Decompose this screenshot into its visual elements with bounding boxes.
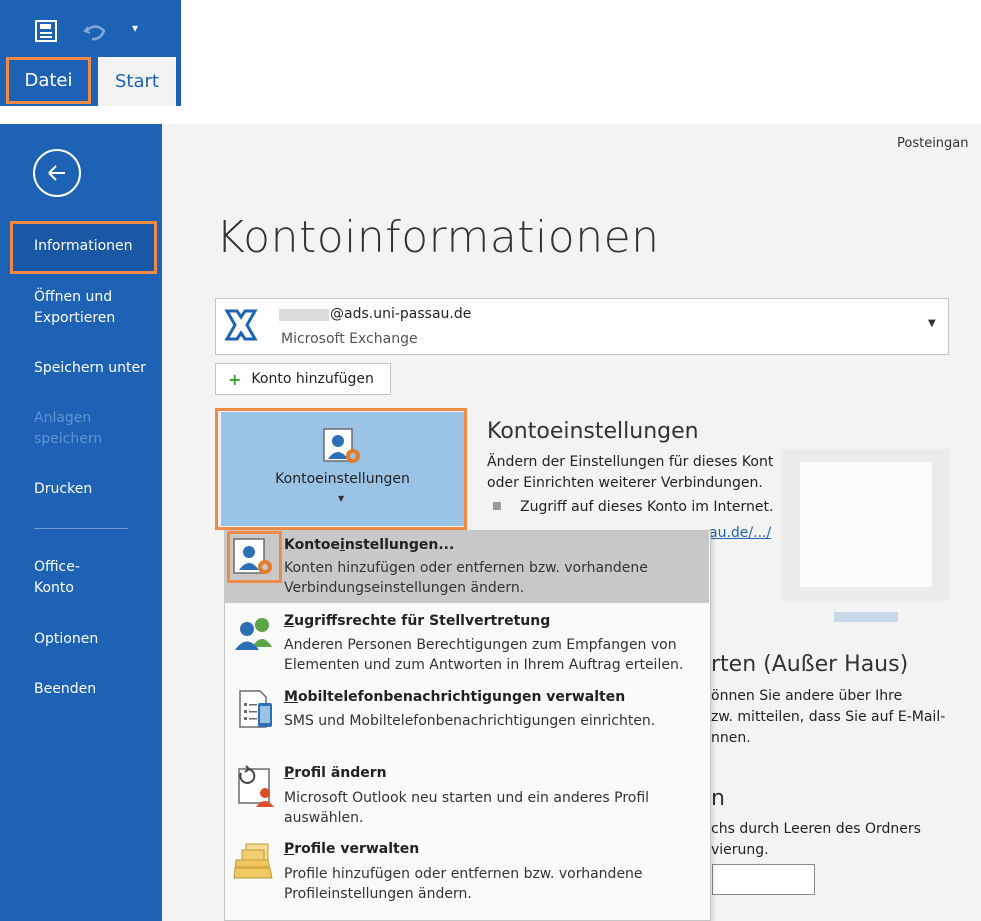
menu-item-desc-line2: Verbindungseinstellungen ändern. — [284, 580, 525, 596]
chevron-down-icon: ▼ — [338, 494, 345, 503]
account-settings-desc2: oder Einrichten weiterer Verbindungen. — [487, 475, 763, 491]
nav-open-export[interactable]: Öffnen und Exportieren — [34, 287, 115, 329]
account-email: @ads.uni-passau.de — [330, 306, 472, 322]
menu-item-delegate-access[interactable]: Zugriffsrechte für Stellvertretung — [284, 613, 550, 629]
menu-item-account-settings[interactable]: Kontoeinstellungen... — [284, 537, 454, 553]
plus-icon: + — [228, 369, 242, 389]
menu-item-desc-line2: Elementen und zum Antworten in Ihrem Auf… — [284, 657, 684, 673]
web-access-text: Zugriff auf dieses Konto im Internet. — [520, 499, 774, 515]
menu-item-desc-line1: Microsoft Outlook neu starten und ein an… — [284, 790, 650, 806]
nav-options[interactable]: Optionen — [34, 629, 98, 650]
menu-item-title-pre: Kontoe — [284, 537, 340, 553]
menu-item-title-post: rofil ändern — [294, 765, 387, 781]
menu-item-accel: Z — [284, 613, 295, 629]
add-account-button[interactable]: + Konto hinzufügen — [215, 363, 391, 395]
nav-save-attachments: Anlagen speichern — [34, 408, 102, 450]
nav-open-export-line2: Exportieren — [34, 310, 116, 326]
nav-exit[interactable]: Beenden — [34, 679, 96, 700]
menu-item-desc: Microsoft Outlook neu starten und ein an… — [284, 788, 704, 828]
menu-item-desc-line1: Konten hinzufügen oder entfernen bzw. vo… — [284, 560, 648, 576]
menu-icon-highlight — [227, 531, 282, 583]
account-settings-desc1: Ändern der Einstellungen für dieses Kont — [487, 454, 774, 470]
redacted-username — [279, 309, 329, 321]
manage-profiles-icon — [232, 842, 276, 886]
save-icon[interactable] — [34, 18, 60, 48]
nav-open-export-line1: Öffnen und — [34, 289, 113, 305]
nav-office-account[interactable]: Office- Konto — [34, 557, 80, 599]
account-settings-label: Kontoeinstellungen — [275, 471, 410, 487]
menu-item-desc: Konten hinzufügen oder entfernen bzw. vo… — [284, 558, 704, 598]
tab-file[interactable]: Datei — [6, 57, 91, 104]
menu-item-accel: P — [284, 841, 295, 857]
menu-item-title-post: ugriffsrechte für Stellvertretung — [294, 613, 551, 629]
folder-label: Posteingan — [897, 136, 969, 151]
ooo-line2: zw. mitteilen, dass Sie auf E-Mail- — [711, 709, 946, 725]
cleanup-line2: vierung. — [711, 842, 769, 858]
back-arrow-icon[interactable] — [33, 149, 81, 197]
ooo-title: rten (Außer Haus) — [711, 652, 909, 677]
nav-save-attachments-line2: speichern — [34, 431, 103, 447]
menu-item-desc-line1: Profile hinzufügen oder entfernen bzw. v… — [284, 866, 643, 882]
nav-office-account-line2: Konto — [34, 580, 74, 596]
ooo-line3: nnen. — [711, 730, 751, 746]
nav-save-as[interactable]: Speichern unter — [34, 358, 146, 379]
menu-item-title-post: obiltelefonbenachrichtigungen verwalten — [297, 689, 626, 705]
cleanup-line1: chs durch Leeren des Ordners — [711, 821, 921, 837]
menu-item-desc: Profile hinzufügen oder entfernen bzw. v… — [284, 864, 704, 904]
page-title: Kontoinformationen — [216, 212, 660, 263]
menu-item-desc: Anderen Personen Berechtigungen zum Empf… — [284, 635, 704, 675]
menu-item-desc-line2: auswählen. — [284, 810, 364, 826]
delegate-access-icon — [232, 615, 276, 655]
web-access-link[interactable]: au.de/.../ — [709, 523, 771, 544]
menu-item-title-post: rofile verwalten — [294, 841, 420, 857]
menu-item-accel: M — [284, 689, 298, 705]
nav-office-account-line1: Office- — [34, 559, 80, 575]
menu-item-accel: P — [284, 765, 295, 781]
nav-print[interactable]: Drucken — [34, 479, 92, 500]
cleanup-input[interactable] — [712, 864, 815, 895]
menu-item-desc-line1: Anderen Personen Berechtigungen zum Empf… — [284, 637, 677, 653]
account-type: Microsoft Exchange — [281, 331, 418, 347]
menu-item-desc-line2: Profileinstellungen ändern. — [284, 886, 472, 902]
nav-save-attachments-line1: Anlagen — [34, 410, 92, 426]
cleanup-title: n — [711, 786, 725, 811]
menu-item-desc-line1: SMS und Mobiltelefonbenachrichtigungen e… — [284, 713, 656, 729]
nav-info[interactable]: Informationen — [34, 236, 133, 257]
change-profile-icon — [231, 765, 277, 813]
tab-start[interactable]: Start — [98, 57, 176, 106]
chevron-down-icon[interactable]: ▼ — [928, 318, 936, 329]
menu-item-mobile-notifications[interactable]: Mobiltelefonbenachrichtigungen verwalten — [284, 689, 625, 705]
exchange-icon — [221, 305, 261, 349]
customize-qat-icon[interactable]: ▾ — [132, 22, 138, 34]
menu-item-change-profile[interactable]: Profil ändern — [284, 765, 387, 781]
menu-item-manage-profiles[interactable]: Profile verwalten — [284, 841, 419, 857]
bullet-icon — [493, 502, 501, 510]
nav-separator — [34, 528, 128, 529]
mobile-notifications-icon — [236, 689, 276, 733]
profile-photo-caption — [834, 612, 898, 622]
account-settings-icon — [322, 427, 364, 471]
profile-photo-inner — [800, 462, 932, 587]
menu-item-title-post: nstellungen... — [344, 537, 455, 553]
add-account-label: Konto hinzufügen — [251, 371, 374, 387]
account-settings-title: Kontoeinstellungen — [487, 419, 699, 444]
menu-item-desc: SMS und Mobiltelefonbenachrichtigungen e… — [284, 711, 704, 731]
undo-icon[interactable] — [82, 18, 108, 48]
ooo-line1: önnen Sie andere über Ihre — [711, 688, 903, 704]
